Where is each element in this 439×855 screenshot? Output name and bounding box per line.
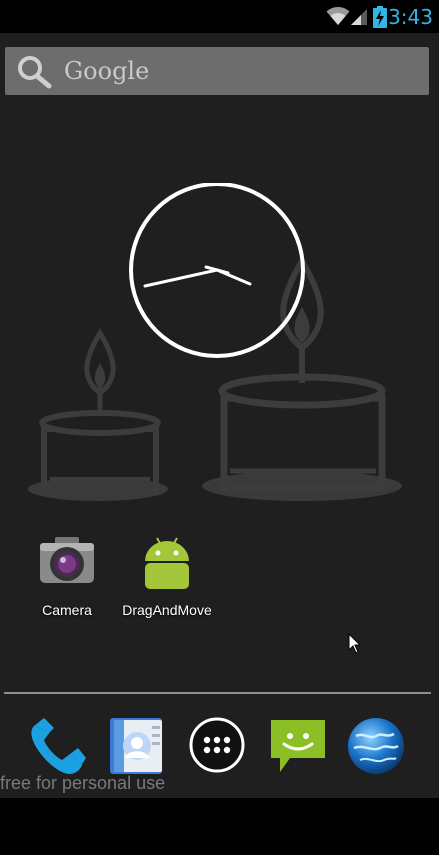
cell-signal-icon: [351, 9, 367, 25]
app-label: DragAndMove: [122, 602, 212, 618]
browser-icon[interactable]: [346, 716, 406, 776]
phone-icon[interactable]: [26, 716, 88, 778]
analog-clock-widget[interactable]: [128, 183, 308, 359]
wallpaper-candle-cakes: [28, 255, 402, 501]
mouse-cursor-icon: [348, 633, 362, 654]
bottom-bar: [0, 798, 439, 855]
search-icon: [18, 56, 52, 89]
camera-icon: [40, 537, 94, 583]
app-dragandmove[interactable]: DragAndMove: [112, 533, 222, 619]
search-label: Google: [64, 57, 150, 85]
messaging-icon[interactable]: [268, 716, 328, 776]
status-bar: 3:43: [0, 0, 439, 33]
app-label: Camera: [42, 602, 92, 618]
all-apps-icon[interactable]: [188, 716, 246, 774]
app-camera[interactable]: Camera: [12, 533, 122, 619]
home-screen[interactable]: Google Camera DragAndMove free for perso…: [0, 33, 439, 798]
dock-divider: [4, 692, 431, 694]
android-icon: [145, 537, 189, 589]
clock-time: 3:43: [388, 5, 433, 29]
clock-minute-hand: [143, 268, 219, 288]
watermark-text: free for personal use: [0, 773, 166, 793]
battery-charging-icon: [373, 6, 387, 28]
contacts-icon[interactable]: [108, 716, 166, 776]
google-search-bar[interactable]: Google: [5, 47, 429, 95]
wifi-icon: [326, 7, 350, 25]
